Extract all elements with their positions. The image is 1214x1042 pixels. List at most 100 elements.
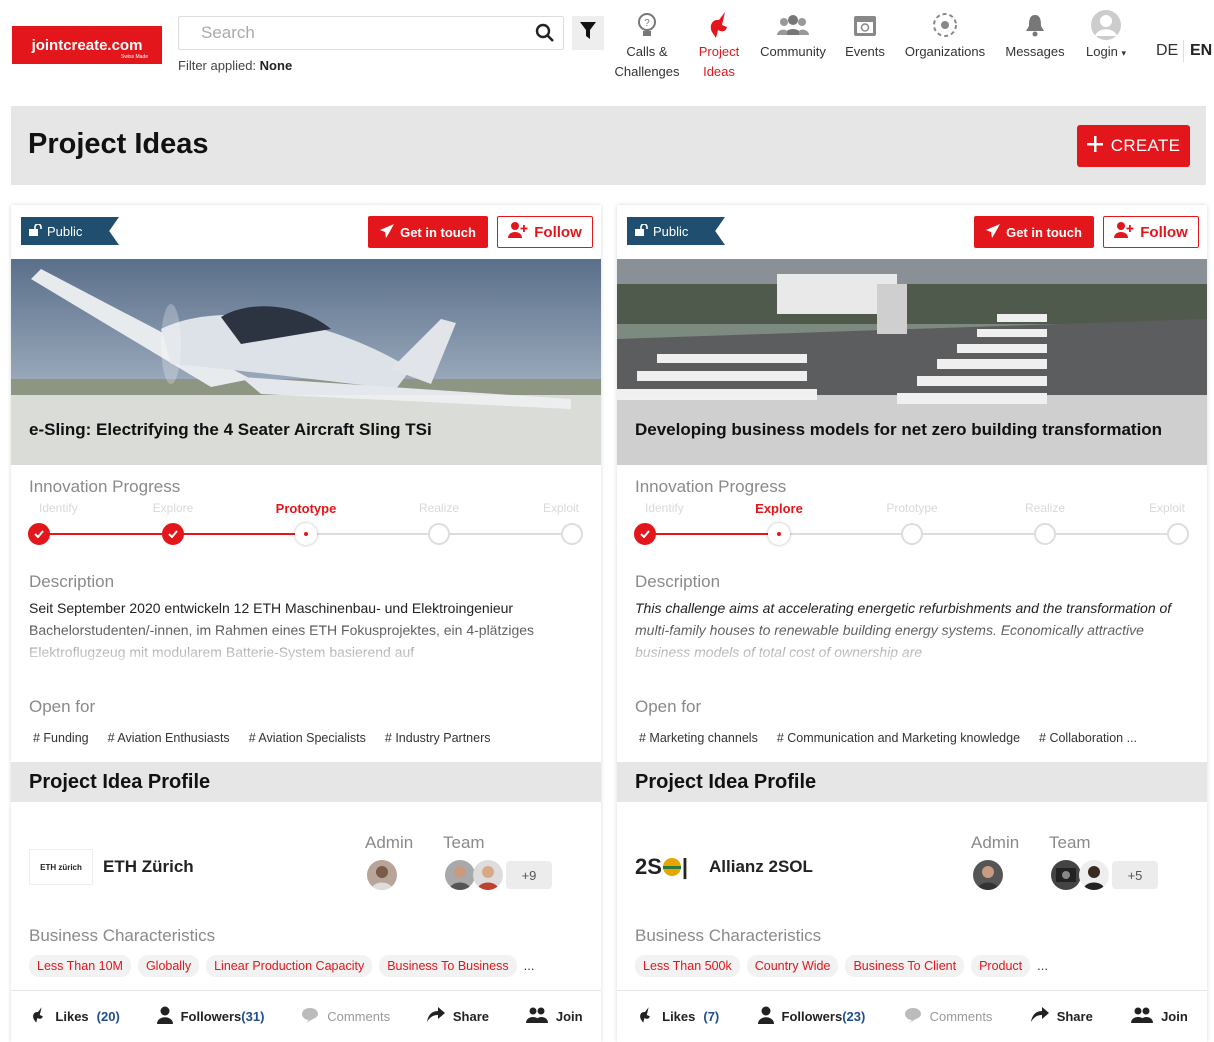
plus-icon [1086,135,1103,157]
project-image-rooftop[interactable]: Developing business models for net zero … [617,259,1207,465]
stage-dot [561,523,583,545]
nav-label: Organizations [904,44,986,59]
comment-icon [904,1007,922,1026]
visibility-label: Public [47,223,83,239]
open-for-tags: # Marketing channels # Communication and… [639,731,1195,745]
innovation-progress: Identify Explore Prototype Realize Explo… [634,501,1189,553]
followers-button[interactable]: Followers (23) [757,1006,865,1027]
nav-events[interactable]: Events [840,8,890,62]
org-logo[interactable]: 2S | [635,849,699,885]
filter-value: None [259,58,293,73]
tag[interactable]: # Funding [33,731,89,745]
follow-label: Follow [1140,223,1188,241]
team-label: Team [443,833,485,852]
nav-community[interactable]: Community [756,8,830,62]
join-button[interactable]: Join [525,1007,583,1026]
comments-label: Comments [327,1009,391,1024]
team-avatar[interactable] [1051,860,1081,890]
nav-login[interactable]: Login ▾ [1078,8,1134,63]
join-button[interactable]: Join [1131,1007,1188,1026]
filter-button[interactable] [572,16,604,50]
project-card[interactable]: Public Get in touch Follow e-Sling: Elec… [11,205,601,1042]
get-in-touch-button[interactable]: Get in touch [974,216,1094,248]
share-label: Share [1056,1009,1093,1024]
tag[interactable]: # Marketing channels [639,731,758,745]
share-label: Share [452,1009,490,1024]
tag[interactable]: # Aviation Enthusiasts [108,731,230,745]
stage-realize: Realize [1024,501,1066,515]
unicorn-icon [636,1006,654,1027]
nav-project-ideas[interactable]: Project Ideas [692,8,746,82]
business-chip[interactable]: Linear Production Capacity [206,955,373,977]
org-logo[interactable]: ETH zürich [29,849,93,885]
business-chip[interactable]: Product [971,955,1031,977]
lang-divider [1183,40,1184,62]
group-icon [525,1007,548,1026]
nav-label: Login ▾ [1086,44,1126,59]
comments-button[interactable]: Comments [301,1007,390,1026]
project-title[interactable]: e-Sling: Electrifying the 4 Seater Aircr… [11,395,601,465]
admin-avatar[interactable] [367,860,397,890]
tag[interactable]: # Communication and Marketing knowledge [777,731,1020,745]
team-avatar[interactable] [1079,860,1109,890]
comments-label: Comments [929,1009,993,1024]
share-button[interactable]: Share [426,1007,490,1026]
stage-dot [1034,523,1056,545]
search-icon[interactable] [527,17,563,49]
tag[interactable]: # Aviation Specialists [249,731,366,745]
business-chip[interactable]: Globally [137,955,200,977]
unicorn-icon [705,8,733,42]
get-in-touch-button[interactable]: Get in touch [368,216,488,248]
current-stage-dot [768,523,790,545]
followers-button[interactable]: Followers (31) [156,1006,264,1027]
admin-avatar[interactable] [973,860,1003,890]
get-in-touch-label: Get in touch [400,224,476,240]
nav-messages[interactable]: Messages [1000,8,1070,62]
nav-calls-challenges[interactable]: ? Calls & Challenges [612,8,682,82]
nav-label: Messages [1005,44,1065,59]
project-image-aircraft[interactable]: e-Sling: Electrifying the 4 Seater Aircr… [11,259,601,465]
business-chip[interactable]: Business To Business [379,955,517,977]
site-logo[interactable]: jointcreate.com Swiss Made [12,26,162,64]
create-button[interactable]: CREATE [1077,125,1190,167]
follow-button[interactable]: Follow [497,216,593,248]
open-for-label: Open for [635,697,702,716]
nav-organizations[interactable]: Organizations [900,8,990,62]
filter-icon [580,21,596,45]
business-chip[interactable]: Less Than 10M [29,955,131,977]
project-card[interactable]: Public Get in touch Follow Developing bu… [617,205,1207,1042]
tag[interactable]: # Industry Partners [385,731,491,745]
description-label: Description [29,572,115,591]
business-chip[interactable]: Country Wide [746,955,839,977]
group-icon [1131,1007,1154,1026]
likes-button[interactable]: Likes (20) [29,1006,120,1027]
share-button[interactable]: Share [1030,1007,1093,1026]
lang-de[interactable]: DE [1156,42,1178,60]
nav-label: Challenges [614,64,680,79]
org-name[interactable]: ETH Zürich [103,857,194,877]
team-avatar[interactable] [473,860,503,890]
visibility-badge: Public [21,217,119,245]
likes-button[interactable]: Likes (7) [636,1006,719,1027]
profile-heading: Project Idea Profile [11,762,601,802]
tag[interactable]: # Collaboration ... [1039,731,1137,745]
likes-count: (20) [96,1009,120,1024]
progress-label: Innovation Progress [29,477,181,496]
business-chip[interactable]: Business To Client [845,955,965,977]
card-actions: Likes (20) Followers (31) Comments Share… [11,990,601,1042]
project-title[interactable]: Developing business models for net zero … [617,395,1207,465]
organization-icon [930,8,960,42]
team-more-badge[interactable]: +9 [506,861,552,889]
comments-button[interactable]: Comments [904,1007,993,1026]
share-icon [426,1007,445,1026]
user-icon [156,1006,173,1027]
org-name[interactable]: Allianz 2SOL [709,857,813,877]
sun-logo-icon [662,858,681,876]
lang-en[interactable]: EN [1190,42,1212,60]
follow-button[interactable]: Follow [1103,216,1199,248]
business-chip[interactable]: Less Than 500k [635,955,740,977]
innovation-progress: Identify Explore Prototype Realize Explo… [28,501,583,553]
team-more-badge[interactable]: +5 [1112,861,1158,889]
search-input[interactable] [179,18,527,48]
team-avatar[interactable] [445,860,475,890]
